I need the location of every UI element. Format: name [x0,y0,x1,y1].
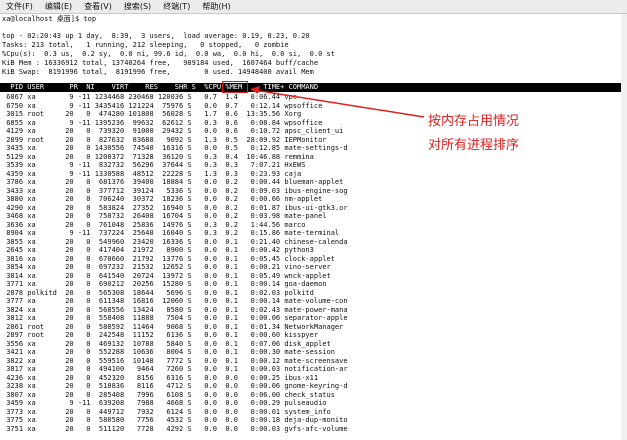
menu-terminal[interactable]: 终端(T) [157,1,196,12]
menu-search[interactable]: 搜索(S) [118,1,157,12]
annotation-text-line1: 按内存占用情况 [428,114,520,129]
scrollbar[interactable] [621,14,627,440]
mem-column-highlight [222,81,248,93]
terminal-area[interactable]: xa@localhost 桌面]$ top top - 02:20:43 up … [0,14,627,440]
menu-view[interactable]: 查看(V) [78,1,118,12]
process-row: 3751 xa 20 0 511120 7728 4292 S 0.0 0.0 … [2,424,348,433]
menu-edit[interactable]: 编辑(E) [39,1,78,12]
shell-prompt: xa@localhost 桌面]$ top [2,15,97,23]
process-columns-header: PID USER PR NI VIRT RES SHR S %CPU %MEM … [0,83,627,92]
columns-header-text: PID USER PR NI VIRT RES SHR S %CPU %MEM … [2,83,319,91]
menu-bar: 文件(F) 编辑(E) 查看(V) 搜索(S) 终端(T) 帮助(H) [0,0,627,14]
annotation-text-line2: 对所有进程排序 [428,138,520,153]
top-mem-line: KiB Mem : 16336912 total, 13740264 free,… [2,59,319,67]
menu-file[interactable]: 文件(F) [0,1,39,12]
top-tasks-line: Tasks: 213 total, 1 running, 212 sleepin… [2,41,289,49]
top-cpu-line: %Cpu(s): 0.3 us, 0.2 sy, 0.0 ni, 99.6 id… [2,50,335,58]
top-swap-line: KiB Swap: 8191996 total, 8191996 free, 0… [2,68,314,76]
menu-help[interactable]: 帮助(H) [196,1,236,12]
top-uptime-line: top - 02:20:43 up 1 day, 8:39, 3 users, … [2,32,310,40]
